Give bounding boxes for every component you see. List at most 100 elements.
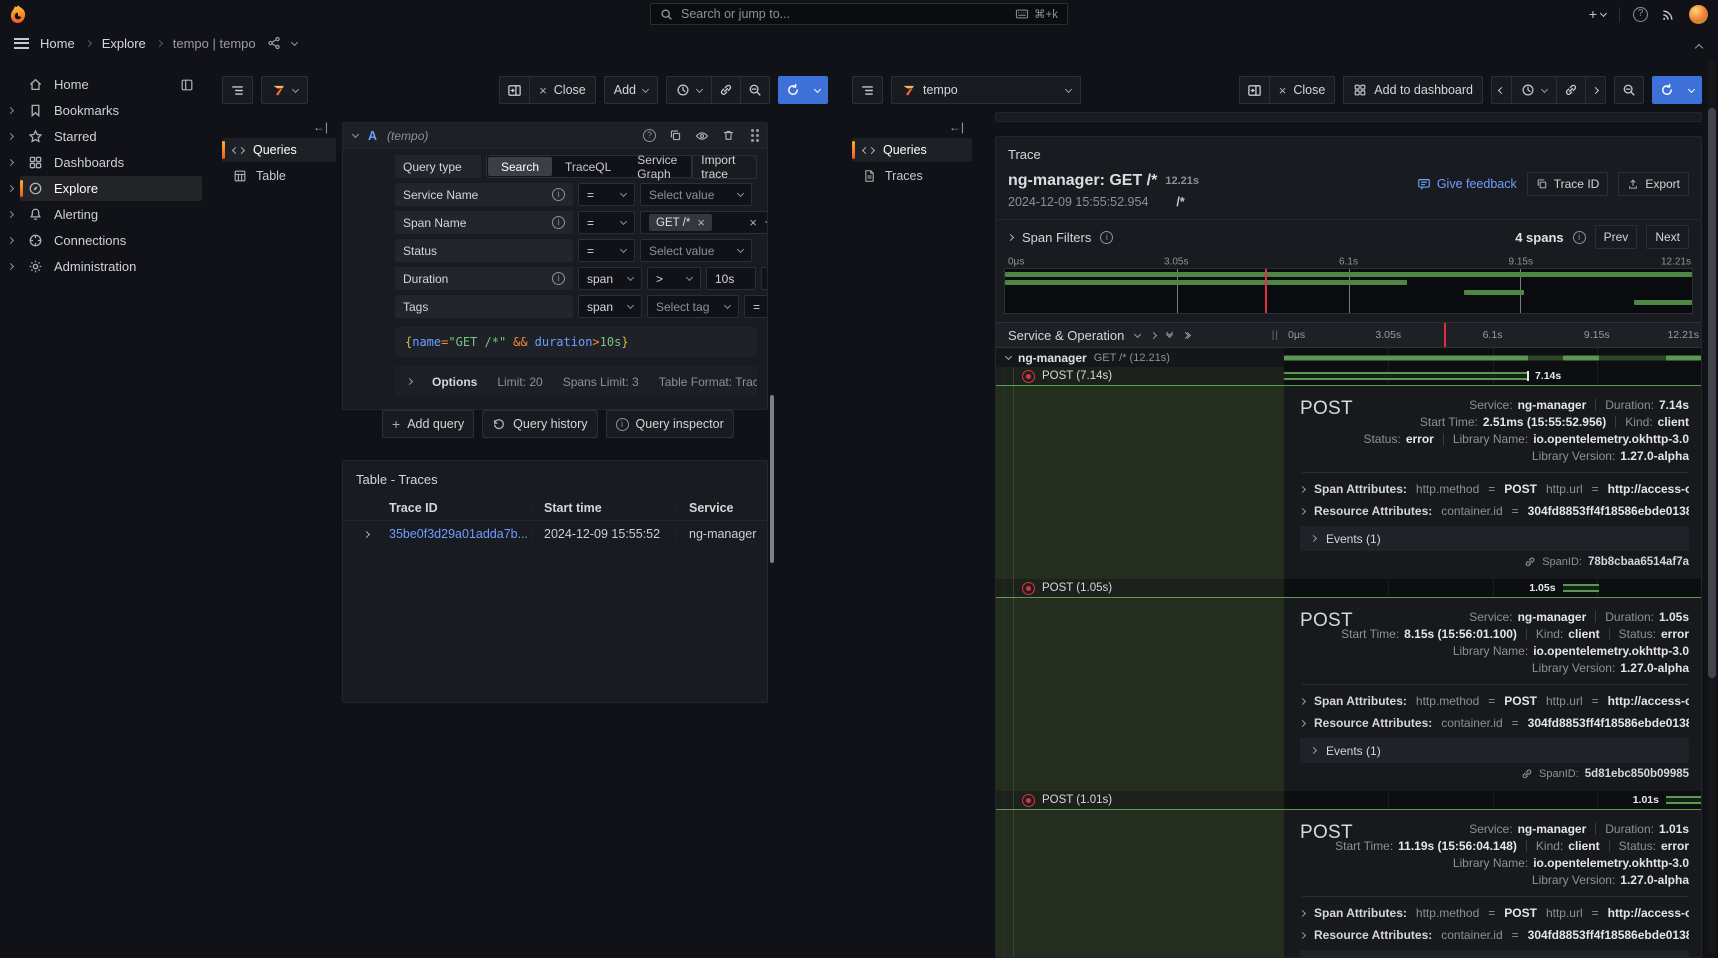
sidebar-item-bookmarks[interactable]: Bookmarks [20,98,202,123]
expand-icon[interactable] [0,238,20,243]
query-outline-button[interactable] [852,76,883,104]
tab-search[interactable]: Search [488,157,552,176]
add-to-dashboard-button[interactable]: Add to dashboard [1343,76,1483,104]
remove-chip-icon[interactable]: × [697,216,705,229]
search-input[interactable] [681,7,1007,21]
operator-select[interactable]: = [578,239,635,262]
time-shift-forward-button[interactable] [1586,76,1606,104]
span-row-root[interactable]: ng-managerGET /* (12.21s) [996,348,1701,367]
resource-attributes-row[interactable]: Resource Attributes:container.id=304fd88… [1300,500,1689,522]
expand-icon[interactable] [0,160,20,165]
column-trace-id[interactable]: Trace ID [389,501,531,515]
column-service[interactable]: Service [676,501,767,515]
expand-icon[interactable] [0,108,20,113]
news-icon[interactable] [1661,7,1676,22]
time-shift-back-button[interactable] [1491,76,1512,104]
expand-row-icon[interactable] [343,532,389,537]
span-filters-toggle[interactable]: Span Filtersi [1008,230,1113,245]
breadcrumb-home[interactable]: Home [40,36,75,51]
run-query-button[interactable] [1652,76,1682,104]
resource-attributes-row[interactable]: Resource Attributes:container.id=304fd88… [1300,924,1689,946]
sidebar-item-alerting[interactable]: Alerting [20,202,202,227]
operator-select[interactable]: = [578,211,635,234]
run-query-interval-button[interactable] [1682,76,1702,104]
sidebar-item-administration[interactable]: Administration [20,254,202,279]
dock-menu-icon[interactable] [180,78,194,92]
user-avatar[interactable] [1689,5,1708,24]
expand-icon[interactable] [0,264,20,269]
tag-select[interactable]: Select tag [647,295,739,318]
time-picker-button[interactable] [666,76,712,104]
sidebar-item-connections[interactable]: Connections [20,228,202,253]
expand-icon[interactable] [0,134,20,139]
page-scrollbar[interactable] [1708,60,1716,954]
disable-query-icon[interactable] [695,129,709,143]
clear-icon[interactable]: × [749,216,757,229]
expand-options-icon[interactable] [406,378,413,385]
rail-item-table[interactable]: Table [222,164,336,188]
panel-title[interactable]: Table - Traces [343,461,767,495]
new-button[interactable]: + [1589,6,1606,22]
prev-span-button[interactable]: Prev [1595,225,1638,249]
tab-traceql[interactable]: TraceQL [552,157,624,176]
datasource-picker-right[interactable]: tempo [891,76,1081,104]
sidebar-item-explore[interactable]: Explore [20,176,202,201]
give-feedback-link[interactable]: Give feedback [1417,177,1517,191]
root-span-bar[interactable] [1284,355,1701,360]
column-start-time[interactable]: Start time [531,501,676,515]
span-row-post-1[interactable]: POST (7.14s) 7.14s [996,367,1701,385]
duration-input[interactable]: 10s [706,267,756,290]
collapse-query-icon[interactable] [352,131,359,138]
expand-one-icon[interactable] [1150,331,1157,338]
query-outline-button[interactable] [222,76,253,104]
rail-item-queries[interactable]: Queries [852,138,972,162]
collapse-rail-button[interactable]: ←| [222,118,336,136]
panel-title[interactable]: Trace [1008,147,1693,162]
trace-id-button[interactable]: Trace ID [1527,172,1609,196]
menu-toggle-icon[interactable] [14,38,29,49]
collapse-panes-icon[interactable] [1696,40,1702,54]
datasource-picker-left[interactable] [261,76,308,104]
less-than-button[interactable]: < [761,267,767,290]
grafana-logo-icon[interactable] [8,4,28,24]
rail-item-queries[interactable]: Queries [222,138,336,162]
events-row[interactable]: Events (1) [1300,526,1689,551]
rail-item-traces[interactable]: Traces [852,164,972,188]
span-row-post-3[interactable]: POST (1.01s) 1.01s [996,791,1701,809]
span-attributes-row[interactable]: Span Attributes:http.method=POSThttp.url… [1300,902,1689,924]
column-resize-handle[interactable]: || [1272,330,1279,341]
value-select[interactable]: Select value [640,239,752,262]
trace-id-link[interactable]: 35be0f3d29a01adda7b... [389,527,531,541]
operator-select[interactable]: > [647,267,701,290]
duplicate-query-icon[interactable] [669,129,682,142]
collapse-all-icon[interactable] [1134,330,1141,337]
query-options-row[interactable]: Options Limit: 20 Spans Limit: 3 Table F… [395,366,757,397]
span-row-post-2[interactable]: POST (1.05s) 1.05s [996,579,1701,597]
span-bar[interactable] [1666,796,1701,804]
drag-handle-icon[interactable] [751,134,754,137]
chevron-down-icon[interactable] [291,38,298,45]
share-icon[interactable] [267,36,281,50]
remove-query-icon[interactable] [722,129,735,142]
export-button[interactable]: Export [1618,172,1689,196]
expand-icon[interactable] [0,212,20,217]
collapse-rail-button[interactable]: ←| [852,118,972,136]
query-editor-header[interactable]: A (tempo) ? [343,123,767,149]
close-left-pane-button[interactable]: ×Close [530,76,596,104]
page-scrollbar-thumb[interactable] [1708,108,1716,678]
events-row[interactable]: Events (1) [1300,738,1689,763]
tab-service-graph[interactable]: Service Graph [624,157,690,176]
value-select[interactable]: Select value [640,183,752,206]
close-right-pane-button[interactable]: ×Close [1270,76,1336,104]
breadcrumb-explore[interactable]: Explore [102,36,146,51]
operator-select[interactable]: = [578,183,635,206]
left-pane-scrollbar[interactable] [770,395,774,563]
copy-link-button[interactable] [712,76,741,104]
scope-select[interactable]: span [578,267,642,290]
events-row[interactable]: Events (1) [1300,950,1689,958]
span-attributes-row[interactable]: Span Attributes:http.method=POSThttp.url… [1300,478,1689,500]
split-pane-button[interactable] [1239,76,1270,104]
expand-icon[interactable] [0,186,20,191]
value-multiselect[interactable]: GET /*× × [640,211,767,234]
search-bar[interactable]: ⌘+k [650,3,1068,25]
